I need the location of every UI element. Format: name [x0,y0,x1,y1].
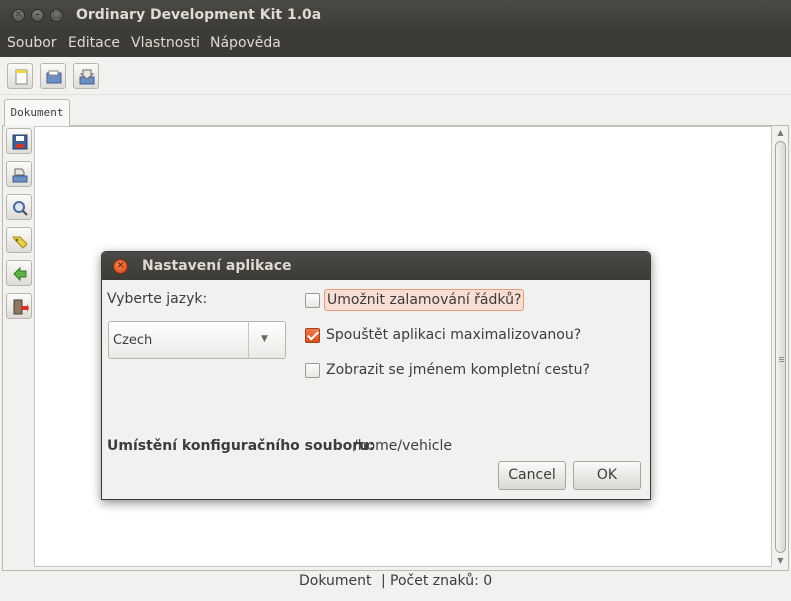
menu-napoveda[interactable]: Nápověda [210,35,281,51]
scroll-down-icon[interactable]: ▼ [774,555,787,567]
toolbar [0,57,791,95]
title-bar: ✕ – □ Ordinary Development Kit 1.0a [0,0,791,31]
tag-button[interactable] [6,227,32,253]
status-char-count: Počet znaků: 0 [390,573,493,589]
window-title: Ordinary Development Kit 1.0a [76,7,322,23]
scrollbar-grip-icon [779,357,784,358]
new-document-button[interactable] [7,63,33,89]
focus-highlight: Umožnit zalamování řádků? [324,289,525,311]
chevron-down-icon: ▼ [261,334,268,344]
language-select-value: Czech [113,333,153,348]
status-bar: Dokument | Počet znaků: 0 [0,571,791,593]
save-icon [12,134,28,150]
import-icon [79,69,95,85]
maximize-window-icon[interactable]: □ [50,9,63,22]
language-select[interactable]: Czech ▼ [108,321,286,359]
open-document-icon [46,70,62,84]
language-label: Vyberte jazyk: [107,291,208,307]
scrollbar-thumb[interactable] [775,141,786,553]
show-full-path-checkbox[interactable] [305,363,320,378]
edit-icon [12,168,28,183]
tag-icon [12,236,28,249]
refresh-icon [13,266,27,282]
wrap-lines-label[interactable]: Umožnit zalamování řádků? [327,292,521,308]
tab-dokument[interactable]: Dokument [4,99,70,126]
exit-button[interactable] [6,293,32,319]
status-document: Dokument [299,573,372,589]
scroll-up-icon[interactable]: ▲ [774,127,787,139]
vertical-scrollbar[interactable]: ▲ ▼ [774,127,787,567]
open-document-button[interactable] [40,63,66,89]
import-button[interactable] [73,63,99,89]
cancel-button[interactable]: Cancel [498,461,566,490]
minimize-window-icon[interactable]: – [31,9,44,22]
menu-bar: Soubor Editace Vlastnosti Nápověda [0,31,791,57]
start-maximized-checkbox[interactable] [305,328,320,343]
menu-editace[interactable]: Editace [68,35,120,51]
zoom-button[interactable] [6,194,32,220]
zoom-icon [13,201,28,216]
wrap-lines-checkbox[interactable] [305,293,320,308]
menu-soubor[interactable]: Soubor [7,35,57,51]
combo-separator [248,322,249,358]
new-document-icon [15,69,28,85]
dialog-title-bar: ✕ Nastavení aplikace [102,252,650,280]
settings-dialog: ✕ Nastavení aplikace Vyberte jazyk: Czec… [101,251,651,500]
dialog-close-icon[interactable]: ✕ [113,259,128,274]
exit-icon [13,299,29,315]
start-maximized-label[interactable]: Spouštět aplikaci maximalizovanou? [326,327,581,343]
menu-vlastnosti[interactable]: Vlastnosti [131,35,200,51]
edit-button[interactable] [6,161,32,187]
save-button[interactable] [6,128,32,154]
status-separator: | [381,573,386,589]
close-window-icon[interactable]: ✕ [12,9,25,22]
show-full-path-label[interactable]: Zobrazit se jménem kompletní cestu? [326,362,590,378]
ok-button[interactable]: OK [573,461,641,490]
config-path-value: /home/vehicle [353,438,452,454]
refresh-button[interactable] [6,260,32,286]
config-location-label: Umístění konfiguračního souboru: [107,438,375,454]
dialog-title: Nastavení aplikace [142,258,292,274]
